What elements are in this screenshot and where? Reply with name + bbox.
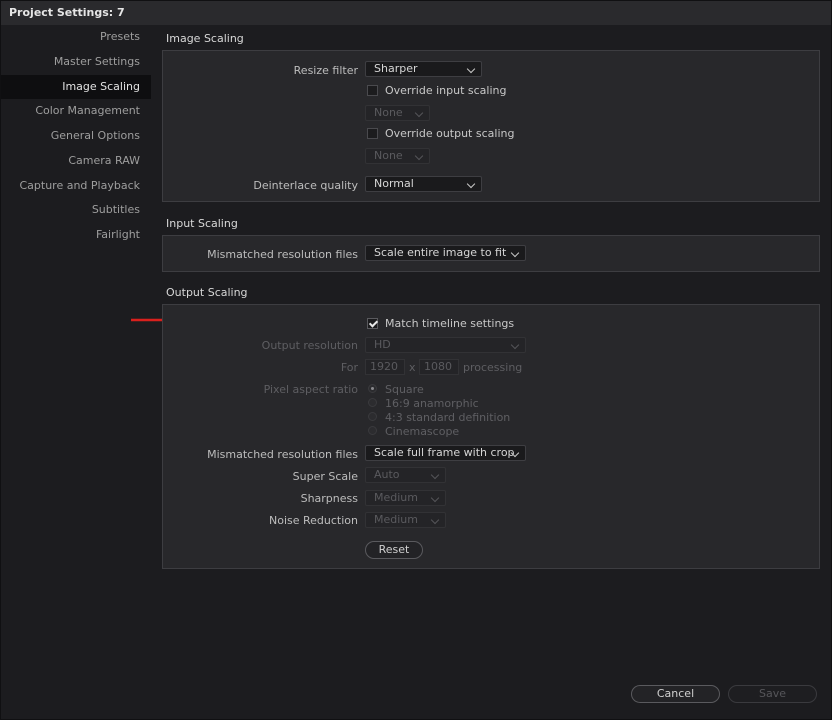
sidebar-item-color-management[interactable]: Color Management: [1, 99, 151, 123]
image-scaling-panel: Resize filter Sharper Override input sca…: [162, 50, 820, 202]
output-resolution-dropdown[interactable]: HD: [365, 337, 526, 353]
output-scaling-panel: Match timeline settings Output resolutio…: [162, 304, 820, 569]
pixel-aspect-ratio-label: Pixel aspect ratio: [263, 383, 358, 396]
pixel-aspect-standard-definition-label: 4:3 standard definition: [385, 411, 511, 424]
match-timeline-settings-checkbox[interactable]: [367, 318, 379, 329]
chevron-down-icon: [414, 108, 424, 118]
check-icon: [368, 318, 379, 328]
save-button[interactable]: Save: [728, 685, 817, 703]
sidebar-item-camera-raw[interactable]: Camera RAW: [1, 149, 151, 173]
input-scaling-panel: Mismatched resolution files Scale entire…: [162, 235, 820, 272]
chevron-down-icon: [466, 64, 476, 74]
chevron-down-icon: [430, 470, 440, 480]
title-bar: Project Settings: 7: [1, 1, 831, 25]
chevron-down-icon: [414, 151, 424, 161]
sidebar-item-general-options[interactable]: General Options: [1, 124, 151, 148]
chevron-down-icon: [430, 493, 440, 503]
sidebar: Presets Master Settings Image Scaling Co…: [1, 25, 151, 285]
deinterlace-quality-label: Deinterlace quality: [253, 179, 358, 192]
sharpness-dropdown[interactable]: Medium: [365, 490, 446, 506]
pixel-aspect-square-label: Square: [385, 383, 424, 396]
pixel-aspect-cinemascope-radio[interactable]: [368, 426, 377, 435]
resize-filter-dropdown[interactable]: Sharper: [365, 61, 482, 77]
override-input-scaling-label: Override input scaling: [385, 84, 507, 97]
cancel-button[interactable]: Cancel: [631, 685, 720, 703]
section-title-output-scaling: Output Scaling: [166, 286, 248, 299]
sidebar-item-fairlight[interactable]: Fairlight: [1, 223, 151, 247]
pixel-aspect-anamorphic-label: 16:9 anamorphic: [385, 397, 479, 410]
chevron-down-icon: [510, 340, 520, 350]
resolution-height-input[interactable]: 1080: [419, 359, 459, 375]
output-mismatched-resolution-label: Mismatched resolution files: [207, 448, 358, 461]
input-mismatched-resolution-dropdown[interactable]: Scale entire image to fit: [365, 245, 526, 261]
chevron-down-icon: [510, 248, 520, 258]
pixel-aspect-square-radio[interactable]: [368, 384, 377, 393]
section-title-input-scaling: Input Scaling: [166, 217, 238, 230]
pixel-aspect-standard-definition-radio[interactable]: [368, 412, 377, 421]
sidebar-item-subtitles[interactable]: Subtitles: [1, 198, 151, 222]
processing-label: processing: [463, 361, 523, 374]
noise-reduction-dropdown[interactable]: Medium: [365, 512, 446, 528]
chevron-down-icon: [466, 179, 476, 189]
override-output-scaling-checkbox[interactable]: [367, 128, 378, 139]
section-title-image-scaling: Image Scaling: [166, 32, 244, 45]
output-mismatched-resolution-dropdown[interactable]: Scale full frame with crop: [365, 445, 526, 461]
noise-reduction-label: Noise Reduction: [269, 514, 358, 527]
match-timeline-settings-label: Match timeline settings: [385, 317, 515, 330]
input-scaling-dropdown[interactable]: None: [365, 105, 430, 121]
pixel-aspect-cinemascope-label: Cinemascope: [385, 425, 460, 438]
override-input-scaling-checkbox[interactable]: [367, 85, 378, 96]
window-title: Project Settings: 7: [9, 6, 125, 19]
resolution-width-input[interactable]: 1920: [365, 359, 405, 375]
project-settings-window: Project Settings: 7 Presets Master Setti…: [0, 0, 832, 720]
sharpness-label: Sharpness: [300, 492, 358, 505]
pixel-aspect-anamorphic-radio[interactable]: [368, 398, 377, 407]
deinterlace-quality-dropdown[interactable]: Normal: [365, 176, 482, 192]
reset-button[interactable]: Reset: [365, 541, 423, 559]
sidebar-item-capture-and-playback[interactable]: Capture and Playback: [1, 174, 151, 198]
override-output-scaling-label: Override output scaling: [385, 127, 515, 140]
output-resolution-label: Output resolution: [261, 339, 358, 352]
output-scaling-dropdown[interactable]: None: [365, 148, 430, 164]
sidebar-item-presets[interactable]: Presets: [1, 25, 151, 49]
sidebar-item-master-settings[interactable]: Master Settings: [1, 50, 151, 74]
super-scale-dropdown[interactable]: Auto: [365, 467, 446, 483]
chevron-down-icon: [430, 515, 440, 525]
sidebar-item-image-scaling[interactable]: Image Scaling: [1, 75, 151, 99]
super-scale-label: Super Scale: [292, 470, 358, 483]
resolution-x-separator: x: [409, 361, 416, 374]
input-mismatched-resolution-label: Mismatched resolution files: [207, 248, 358, 261]
for-label: For: [340, 361, 358, 374]
resize-filter-label: Resize filter: [293, 64, 358, 77]
